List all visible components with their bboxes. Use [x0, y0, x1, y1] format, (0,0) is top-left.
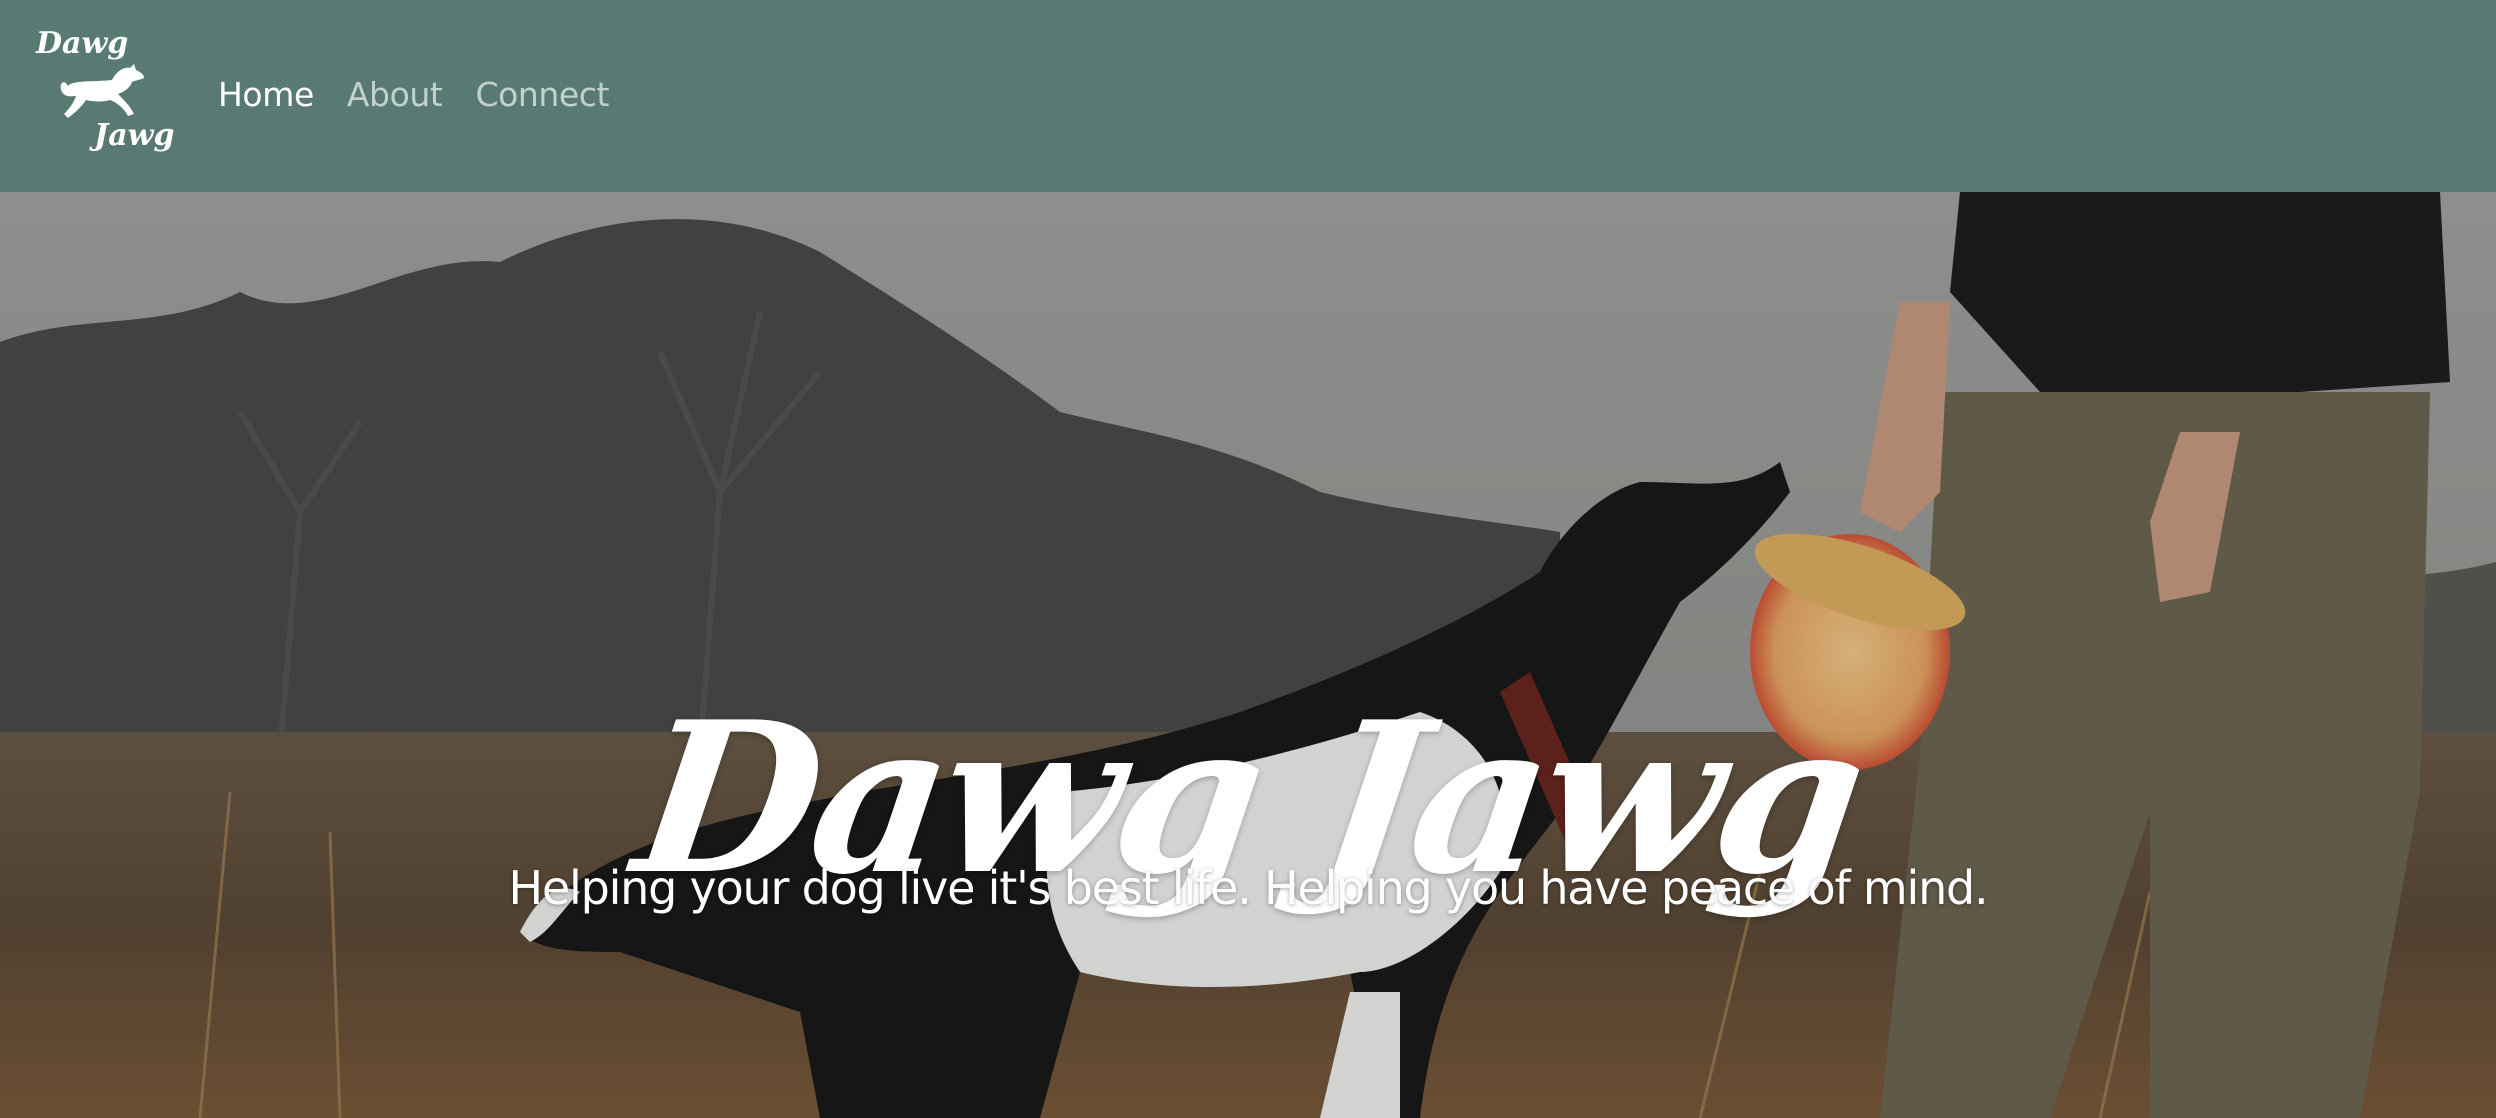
- logo-top-text: Dawg: [36, 26, 129, 61]
- hero-subtitle: Helping your dog live it's best life. He…: [508, 861, 1989, 915]
- nav-home-link[interactable]: Home: [218, 72, 314, 118]
- brand-logo[interactable]: Dawg Jawg: [30, 24, 176, 164]
- logo-bottom-text: Jawg: [94, 118, 175, 153]
- nav-connect-link[interactable]: Connect: [475, 72, 609, 118]
- main-nav: Home About Connect: [218, 72, 609, 118]
- nav-about-link[interactable]: About: [347, 72, 443, 118]
- hero-section: Dawg Jawg Helping your dog live it's bes…: [0, 192, 2496, 1118]
- navbar: Dawg Jawg Home About Connect: [0, 0, 2496, 192]
- hero-background-image: [0, 192, 2496, 1118]
- running-dog-icon: [60, 64, 144, 118]
